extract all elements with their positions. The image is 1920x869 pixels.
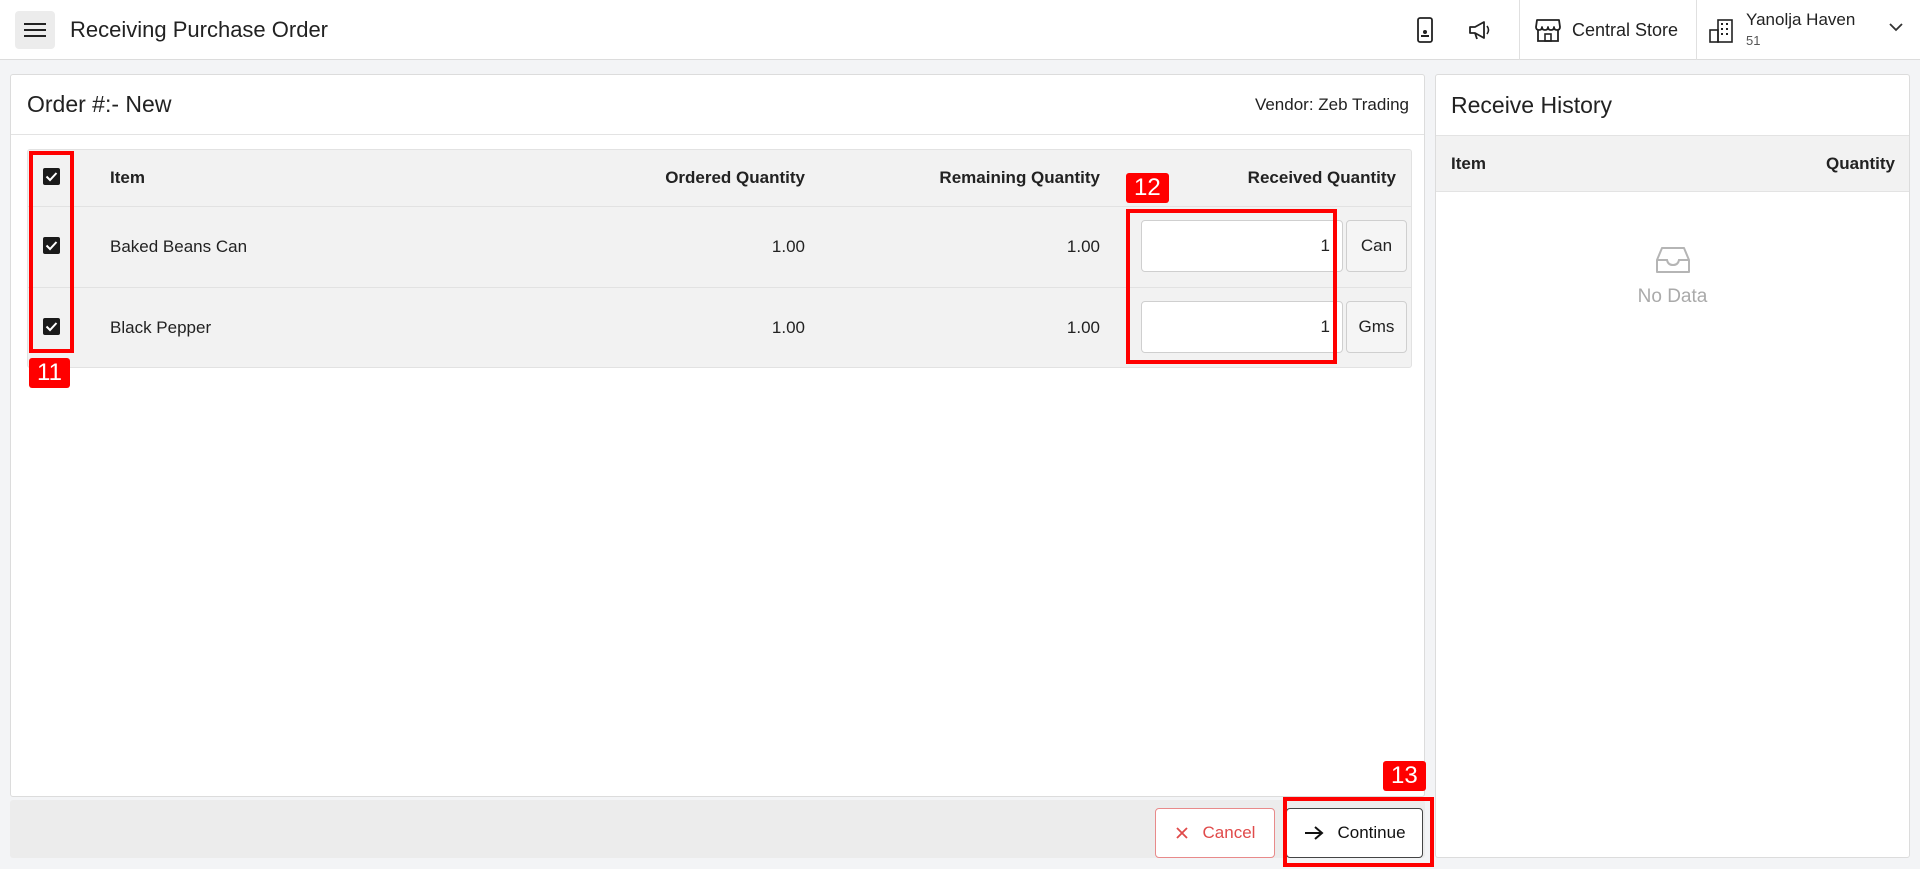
order-header: Order #:- New Vendor: Zeb Trading (11, 75, 1424, 135)
history-column-quantity: Quantity (1826, 154, 1895, 173)
column-header-ordered: Ordered Quantity (665, 168, 805, 187)
annotation-box (1283, 797, 1434, 867)
remaining-quantity: 1.00 (1066, 237, 1100, 256)
store-selector[interactable]: Central Store (1534, 0, 1678, 60)
order-title: Order #:- New (27, 91, 172, 117)
history-column-item: Item (1451, 154, 1486, 173)
page-title: Receiving Purchase Order (70, 17, 329, 42)
menu-icon (24, 23, 46, 37)
store-name: Central Store (1572, 19, 1679, 40)
ordered-quantity: 1.00 (771, 237, 805, 256)
receive-history-panel: Receive History Item Quantity No Data (1435, 74, 1910, 858)
empty-state: No Data (1436, 245, 1909, 308)
remaining-quantity: 1.00 (1066, 318, 1100, 337)
unit-label: Can (1346, 220, 1407, 272)
header-divider (1519, 0, 1520, 60)
menu-button[interactable] (15, 11, 55, 49)
property-number: 51 (1746, 33, 1761, 48)
item-name: Black Pepper (110, 318, 212, 337)
building-icon (1709, 19, 1733, 43)
annotation-box (1126, 209, 1337, 364)
history-title: Receive History (1451, 92, 1613, 118)
unit-label: Gms (1346, 301, 1407, 353)
history-table-header: Item Quantity (1436, 135, 1909, 192)
annotation-label: 12 (1126, 173, 1169, 203)
column-header-item: Item (110, 168, 145, 187)
close-icon (1175, 827, 1188, 839)
table-header-row: Item Ordered Quantity Remaining Quantity… (28, 150, 1411, 207)
property-name: Yanolja Haven (1746, 10, 1856, 29)
store-icon (1535, 19, 1561, 42)
item-name: Baked Beans Can (110, 237, 248, 256)
top-bar: Receiving Purchase Order Central Store Y… (0, 0, 1920, 60)
cancel-button[interactable]: Cancel (1155, 808, 1275, 858)
column-header-remaining: Remaining Quantity (939, 168, 1100, 187)
annotation-label: 11 (29, 358, 70, 388)
order-panel: Order #:- New Vendor: Zeb Trading Item O… (10, 74, 1425, 797)
megaphone-icon[interactable] (1466, 16, 1494, 44)
empty-text: No Data (1637, 286, 1708, 307)
annotation-box (29, 151, 74, 353)
chevron-down-icon[interactable] (1888, 22, 1904, 32)
vendor-label: Vendor: Zeb Trading (1254, 95, 1409, 114)
header-divider (1696, 0, 1697, 60)
cancel-label: Cancel (1202, 823, 1256, 842)
column-header-received: Received Quantity (1247, 168, 1396, 187)
mobile-icon[interactable] (1411, 16, 1439, 44)
ordered-quantity: 1.00 (771, 318, 805, 337)
inbox-icon (1655, 247, 1690, 273)
annotation-label: 13 (1383, 761, 1426, 791)
